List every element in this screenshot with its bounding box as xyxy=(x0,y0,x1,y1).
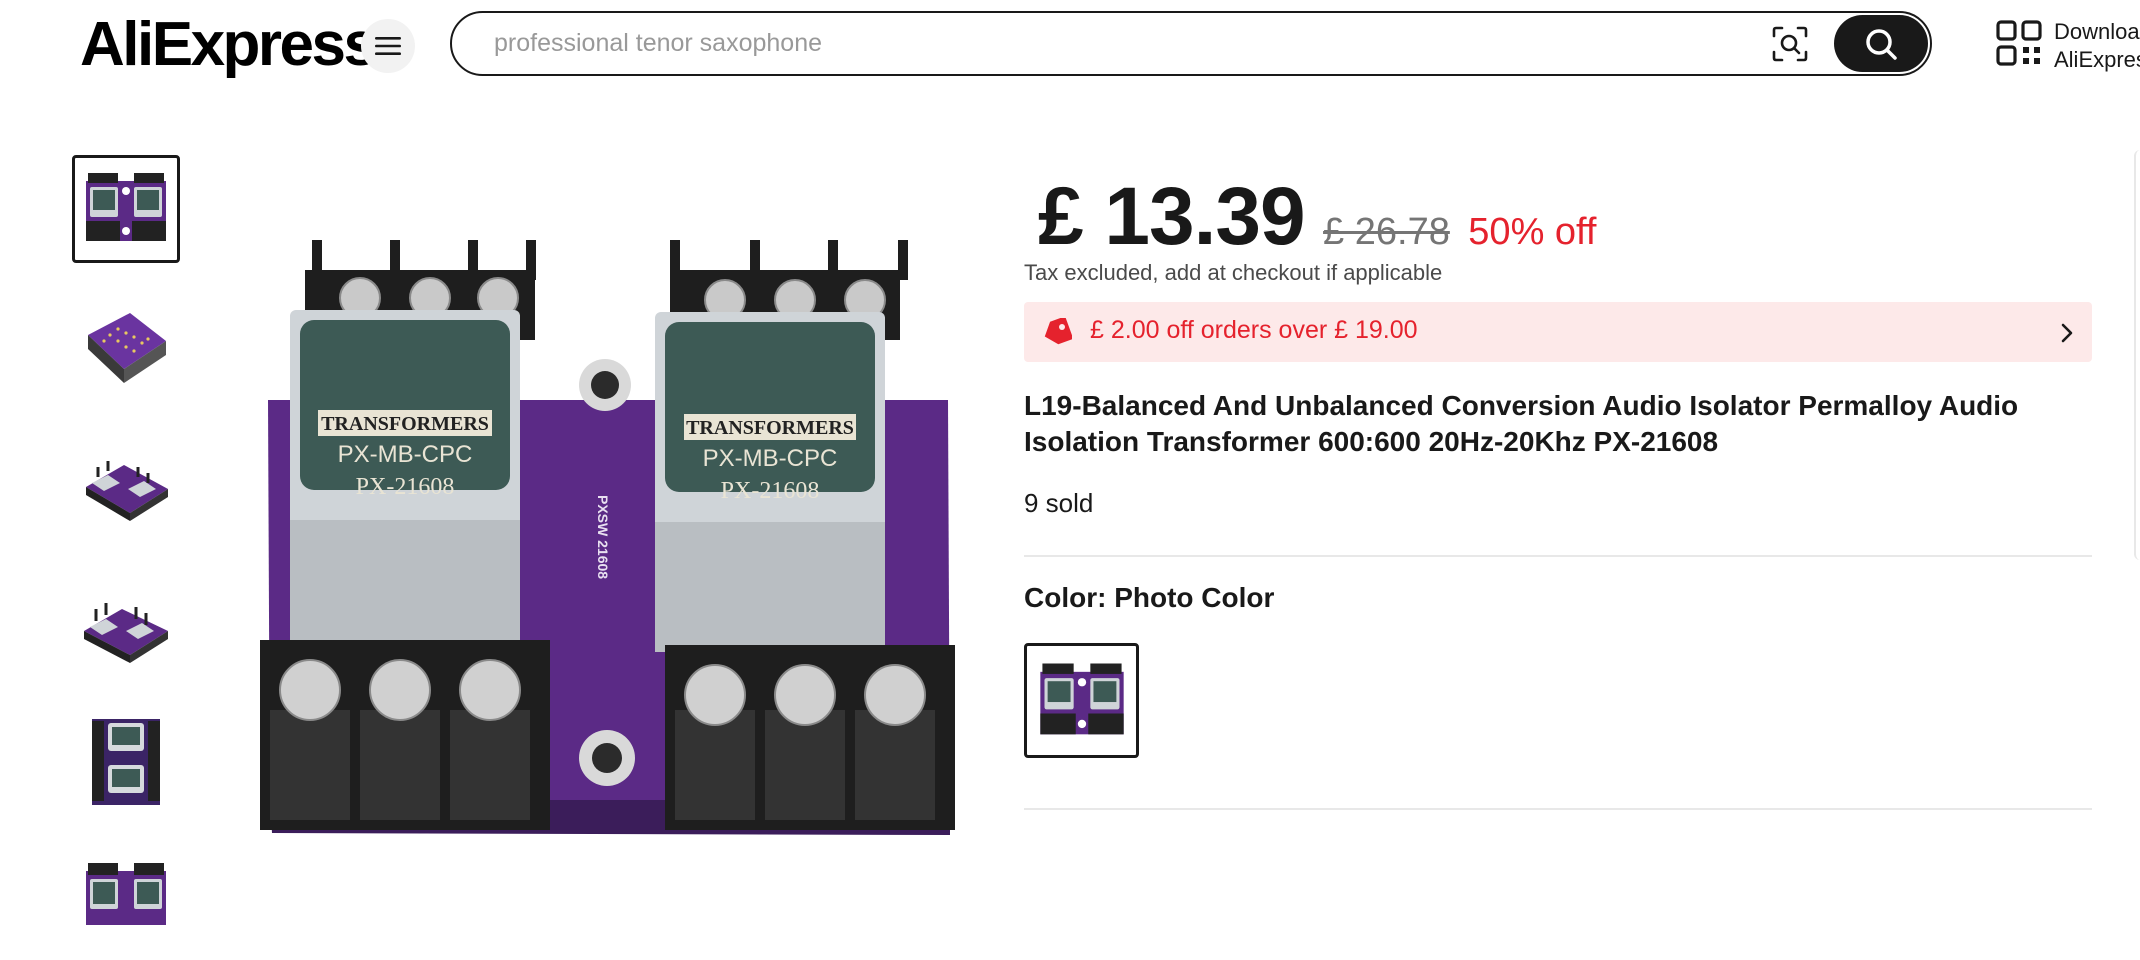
aliexpress-logo[interactable]: AliExpress xyxy=(80,10,378,79)
coupon-tag-icon xyxy=(1044,318,1072,345)
swatch-image xyxy=(1039,663,1124,734)
tax-note: Tax excluded, add at checkout if applica… xyxy=(1024,260,1443,285)
app-download-line-2: AliExpres xyxy=(2054,47,2140,72)
color-label: Color: Photo Color xyxy=(1024,582,1275,613)
coupon-text: £ 2.00 off orders over £ 19.00 xyxy=(1090,316,1418,344)
divider xyxy=(1024,808,2092,810)
side-panel-edge xyxy=(2134,150,2140,560)
app-download-link[interactable]: Downloa AliExpres xyxy=(1996,18,2140,74)
left-transformer-label-1: TRANSFORMERS xyxy=(321,413,489,435)
thumbnail-image xyxy=(88,313,166,383)
header: AliExpress professional tenor saxophone … xyxy=(0,0,2140,90)
thumbnail-image xyxy=(84,603,168,663)
app-download-line-1: Downloa xyxy=(2054,19,2140,44)
sold-count: 9 sold xyxy=(1024,488,1094,518)
product-title: L19-Balanced And Unbalanced Conversion A… xyxy=(1024,390,2019,457)
thumbnail-image xyxy=(86,173,166,241)
search-icon xyxy=(1866,28,1897,60)
coupon-banner[interactable]: £ 2.00 off orders over £ 19.00 xyxy=(1024,302,2092,362)
main-product-image[interactable]: PXSW 21608 TRANSFORMERS PX-MB-CPC PX-216… xyxy=(250,240,960,840)
pcb-silkscreen: PXSW 21608 xyxy=(595,495,611,579)
app-download-text: Downloa AliExpres xyxy=(2054,18,2140,74)
thumbnail-5[interactable] xyxy=(72,707,180,815)
search-input[interactable] xyxy=(494,13,1694,74)
right-transformer-label-3: PX-21608 xyxy=(721,478,820,504)
thumbnail-3[interactable] xyxy=(72,431,180,539)
original-price: £ 26.78 xyxy=(1323,211,1450,253)
search-bar xyxy=(450,11,1932,76)
thumbnail-4[interactable] xyxy=(72,569,180,677)
current-price: £ 13.39 xyxy=(1038,171,1306,262)
hamburger-icon xyxy=(375,37,401,55)
discount-badge: 50% off xyxy=(1468,211,1597,253)
divider xyxy=(1024,555,2092,557)
chevron-right-icon xyxy=(2061,323,2073,343)
thumbnail-list xyxy=(72,155,182,925)
search-button[interactable] xyxy=(1834,15,1928,72)
thumbnail-1[interactable] xyxy=(72,155,180,263)
thumbnail-image xyxy=(92,719,160,805)
thumbnail-image xyxy=(86,461,168,521)
thumbnail-image xyxy=(86,863,166,925)
color-swatch-photo-color[interactable] xyxy=(1024,643,1139,758)
right-transformer-label-2: PX-MB-CPC xyxy=(703,445,838,472)
thumbnail-6[interactable] xyxy=(72,845,180,925)
price-row: £ 13.39 £ 26.78 50% off xyxy=(1038,170,1596,264)
left-transformer-label-3: PX-21608 xyxy=(356,474,455,500)
left-transformer-label-2: PX-MB-CPC xyxy=(338,441,473,468)
logo-text: AliExpress xyxy=(80,10,378,79)
image-search-icon[interactable] xyxy=(1772,26,1808,62)
right-transformer-label-1: TRANSFORMERS xyxy=(686,417,854,439)
thumbnail-2[interactable] xyxy=(72,293,180,401)
menu-button[interactable] xyxy=(361,19,415,73)
qr-code-icon xyxy=(1996,20,2042,66)
